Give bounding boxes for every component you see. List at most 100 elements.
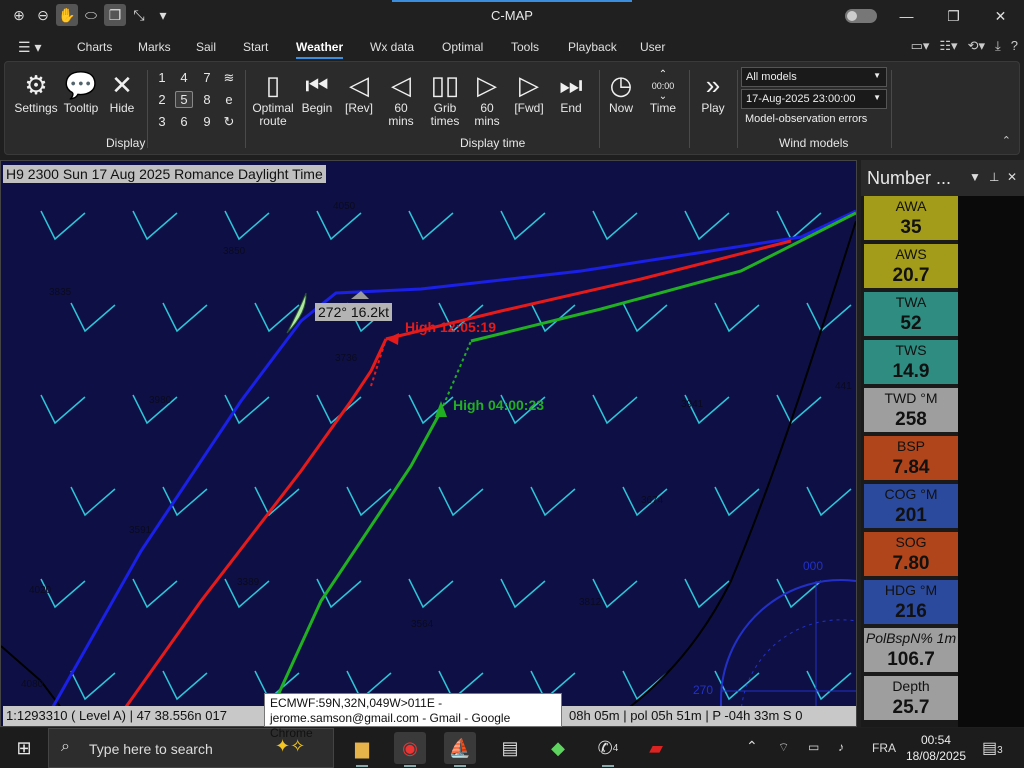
model-datetime-select[interactable]: 17-Aug-2025 23:00:00 ▼: [741, 89, 887, 109]
instrument-cell[interactable]: AWA 35: [864, 196, 958, 242]
language-indicator[interactable]: FRA: [872, 741, 896, 755]
instrument-cell[interactable]: COG °M 201: [864, 484, 958, 530]
wind-icon[interactable]: ≋: [220, 70, 238, 86]
tooltip-button[interactable]: 💬 Tooltip: [61, 70, 101, 115]
separator: [689, 70, 690, 148]
grib-times-button[interactable]: ▯▯ Grib times: [423, 70, 467, 128]
back-60-mins-button[interactable]: ◁ 60 mins: [381, 70, 421, 128]
pin-icon[interactable]: ⊥: [989, 170, 999, 184]
instrument-value: 201: [895, 505, 927, 526]
fwd-button[interactable]: ▷ [Fwd]: [509, 70, 549, 115]
menu-playback[interactable]: Playback: [568, 40, 617, 54]
wind-barb: [316, 578, 362, 609]
menu-weather[interactable]: Weather: [296, 40, 344, 59]
windows-start-icon[interactable]: ⊞: [8, 732, 40, 764]
refresh-icon[interactable]: ↻: [220, 114, 238, 130]
display-key-e[interactable]: e: [220, 92, 238, 107]
accent-line: [392, 0, 632, 2]
menu-tools[interactable]: Tools: [511, 40, 539, 54]
instrument-cell[interactable]: AWS 20.7: [864, 244, 958, 290]
notifications-icon[interactable]: ▤3: [982, 738, 1003, 758]
depth-label: 3389: [237, 577, 260, 588]
wind-barb: [500, 578, 546, 609]
instrument-cell[interactable]: BSP 7.84: [864, 436, 958, 482]
instrument-value: 25.7: [892, 697, 930, 718]
panel-title: Number ...: [867, 168, 952, 188]
menu-sail[interactable]: Sail: [196, 40, 216, 54]
triangle-right-icon: ▷: [519, 70, 539, 100]
end-button[interactable]: ⏭ End: [551, 70, 591, 115]
group-display-label: Display: [106, 136, 146, 150]
display-key-9[interactable]: 9: [198, 114, 216, 129]
restore-button[interactable]: ❐: [930, 0, 977, 32]
display-key-6[interactable]: 6: [175, 114, 193, 129]
instrument-cell[interactable]: Depth 25.7: [864, 676, 958, 722]
instrument-value: 216: [895, 601, 927, 622]
network-icon[interactable]: ⌔: [778, 740, 789, 755]
depth-label: 3591: [129, 525, 152, 536]
instrument-cell[interactable]: TWS 14.9: [864, 340, 958, 386]
close-button[interactable]: ✕: [977, 0, 1024, 32]
close-icon[interactable]: ✕: [1007, 170, 1017, 184]
fwd-60-mins-button[interactable]: ▷ 60 mins: [467, 70, 507, 128]
help-icon[interactable]: ?: [1011, 38, 1018, 54]
hide-button[interactable]: ✕ Hide: [105, 70, 139, 115]
model-observation-errors-button[interactable]: Model-observation errors: [745, 113, 867, 125]
settings-button[interactable]: ⚙ Settings: [13, 70, 59, 115]
battery-icon[interactable]: ▭: [808, 740, 819, 754]
collapse-ribbon-icon[interactable]: ⌃: [1002, 134, 1011, 147]
sync-icon[interactable]: ⟲▾: [968, 38, 985, 54]
instrument-cell[interactable]: TWD °M 258: [864, 388, 958, 434]
instrument-cell[interactable]: HDG °M 216: [864, 580, 958, 626]
depth-label: 4050: [333, 201, 356, 212]
whatsapp-icon[interactable]: ✆ 4: [592, 732, 624, 767]
wind-barb: [592, 394, 638, 425]
menu-start[interactable]: Start: [243, 40, 268, 54]
instrument-cell[interactable]: PolBspN% 1m 106.7: [864, 628, 958, 674]
now-button[interactable]: ◷ Now: [601, 70, 641, 115]
instrument-cell[interactable]: TWA 52: [864, 292, 958, 338]
display-key-8[interactable]: 8: [198, 92, 216, 107]
title-bar: ⊕ ⊖ ✋ ⬭ ❐ ⤡ ▾ C-MAP — ❐ ✕: [0, 0, 1024, 32]
rev-button[interactable]: ◁ [Rev]: [339, 70, 379, 115]
system-clock[interactable]: 00:54 18/08/2025: [906, 732, 966, 764]
display-key-3[interactable]: 3: [153, 114, 171, 129]
panel-header: Number ... ▼ ⊥ ✕: [861, 160, 1024, 196]
window-layout-icon[interactable]: ▭▾: [911, 38, 930, 54]
sliders-icon[interactable]: ☷▾: [939, 38, 957, 54]
play-button[interactable]: » Play: [693, 70, 733, 115]
display-key-7[interactable]: 7: [198, 70, 216, 85]
pdf-app-icon[interactable]: ▰: [640, 732, 672, 764]
depth-label: 441: [835, 381, 852, 392]
wind-barb: [408, 210, 454, 241]
display-key-5[interactable]: 5: [175, 91, 193, 108]
menu-optimal[interactable]: Optimal: [442, 40, 483, 54]
instrument-cell[interactable]: SOG 7.80: [864, 532, 958, 578]
display-key-4[interactable]: 4: [175, 70, 193, 85]
menu-wx-data[interactable]: Wx data: [370, 40, 414, 54]
menu-marks[interactable]: Marks: [138, 40, 171, 54]
separator: [147, 70, 148, 148]
depth-label: 3835: [49, 287, 72, 298]
weather-map[interactable]: H9 2300 Sun 17 Aug 2025 Romance Daylight…: [0, 160, 857, 727]
instrument-value: 52: [900, 313, 922, 334]
menu-user[interactable]: User: [640, 40, 665, 54]
chevron-up-icon[interactable]: ⌃: [746, 738, 758, 755]
wind-barb: [806, 486, 852, 517]
hamburger-menu-icon[interactable]: ☰ ▾: [18, 39, 41, 56]
optimal-route-button[interactable]: ▯ Optimal route: [249, 70, 297, 128]
begin-button[interactable]: ⏮ Begin: [297, 70, 337, 115]
time-button[interactable]: ⌃ 00:00 ⌄ Time: [643, 70, 683, 115]
map-canvas[interactable]: [1, 161, 857, 727]
display-key-2[interactable]: 2: [153, 92, 171, 107]
panel-menu-icon[interactable]: ▼: [969, 170, 981, 184]
minimize-button[interactable]: —: [883, 0, 930, 32]
instrument-label: TWA: [895, 294, 927, 310]
model-select[interactable]: All models ▼: [741, 67, 887, 87]
volume-icon[interactable]: ♪: [838, 740, 844, 754]
group-wind-models-label: Wind models: [779, 136, 849, 150]
download-icon[interactable]: ⤓: [995, 38, 1001, 54]
menu-charts[interactable]: Charts: [77, 40, 112, 54]
display-key-1[interactable]: 1: [153, 70, 171, 85]
mode-toggle[interactable]: [845, 9, 877, 23]
